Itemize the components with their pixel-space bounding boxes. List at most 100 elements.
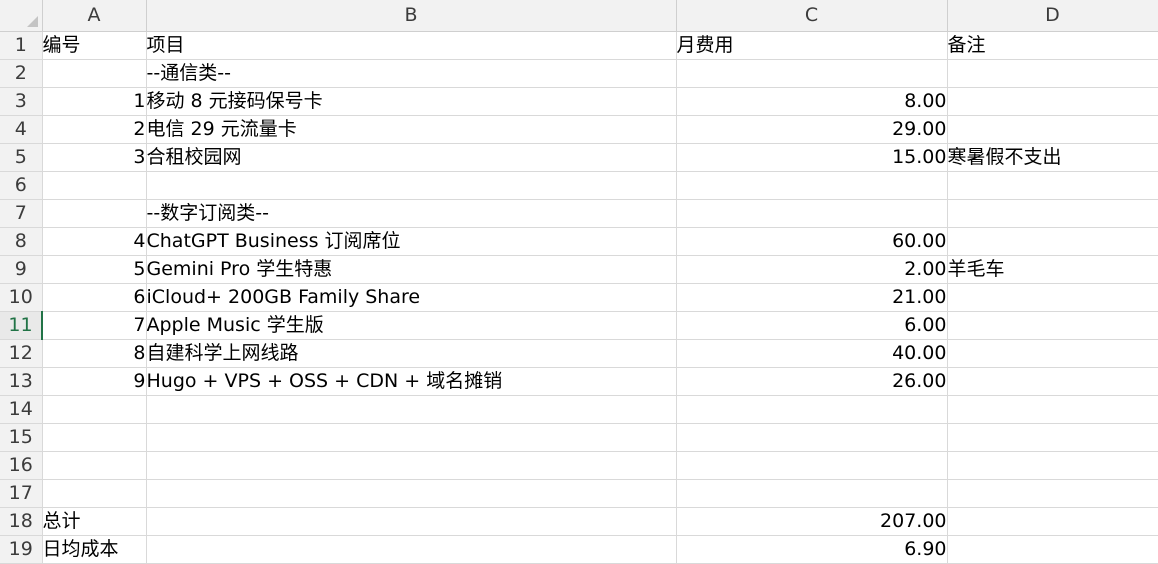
cell-d[interactable] bbox=[947, 59, 1158, 88]
cell-d[interactable] bbox=[947, 507, 1158, 536]
cell-c[interactable] bbox=[676, 395, 948, 424]
cell-a[interactable]: 5 bbox=[42, 255, 147, 284]
row-header[interactable]: 18 bbox=[0, 507, 43, 536]
cell-d[interactable]: 寒暑假不支出 bbox=[947, 143, 1158, 172]
cell-d[interactable] bbox=[947, 451, 1158, 480]
select-all-corner[interactable] bbox=[0, 0, 43, 32]
cell-d[interactable] bbox=[947, 283, 1158, 312]
cell-d[interactable] bbox=[947, 367, 1158, 396]
cell-b[interactable] bbox=[146, 395, 677, 424]
cell-a[interactable]: 6 bbox=[42, 283, 147, 312]
cell-a[interactable] bbox=[42, 171, 147, 200]
cell-d[interactable] bbox=[947, 115, 1158, 144]
row-header[interactable]: 17 bbox=[0, 479, 43, 508]
row-header[interactable]: 2 bbox=[0, 59, 43, 88]
cell-c[interactable]: 15.00 bbox=[676, 143, 948, 172]
cell-c[interactable] bbox=[676, 451, 948, 480]
cell-c[interactable]: 40.00 bbox=[676, 339, 948, 368]
row-header[interactable]: 4 bbox=[0, 115, 43, 144]
cell-a[interactable] bbox=[42, 59, 147, 88]
cell-b[interactable]: 自建科学上网线路 bbox=[146, 339, 677, 368]
row-header[interactable]: 3 bbox=[0, 87, 43, 116]
row-header[interactable]: 8 bbox=[0, 227, 43, 256]
cell-c[interactable] bbox=[676, 423, 948, 452]
row-header[interactable]: 14 bbox=[0, 395, 43, 424]
cell-b[interactable]: --数字订阅类-- bbox=[146, 199, 677, 228]
cell-c[interactable]: 29.00 bbox=[676, 115, 948, 144]
cell-c[interactable]: 207.00 bbox=[676, 507, 948, 536]
column-header-d[interactable]: D bbox=[947, 0, 1158, 32]
cell-d[interactable] bbox=[947, 171, 1158, 200]
cell-a[interactable]: 2 bbox=[42, 115, 147, 144]
cell-b[interactable]: Hugo + VPS + OSS + CDN + 域名摊销 bbox=[146, 367, 677, 396]
cell-b[interactable]: Apple Music 学生版 bbox=[146, 311, 677, 340]
cell-c[interactable]: 6.00 bbox=[676, 311, 948, 340]
cell-d[interactable]: 备注 bbox=[947, 31, 1158, 60]
cell-d[interactable] bbox=[947, 199, 1158, 228]
cell-b[interactable] bbox=[146, 479, 677, 508]
column-header-b[interactable]: B bbox=[146, 0, 677, 32]
row-header[interactable]: 7 bbox=[0, 199, 43, 228]
cell-a[interactable]: 4 bbox=[42, 227, 147, 256]
cell-a[interactable] bbox=[42, 451, 147, 480]
cell-a[interactable]: 9 bbox=[42, 367, 147, 396]
cell-c[interactable] bbox=[676, 199, 948, 228]
cell-d[interactable] bbox=[947, 479, 1158, 508]
cell-d[interactable] bbox=[947, 395, 1158, 424]
cell-a[interactable] bbox=[42, 423, 147, 452]
cell-c[interactable] bbox=[676, 479, 948, 508]
cell-c[interactable]: 8.00 bbox=[676, 87, 948, 116]
cell-a[interactable]: 3 bbox=[42, 143, 147, 172]
cell-c[interactable] bbox=[676, 59, 948, 88]
cell-c[interactable]: 26.00 bbox=[676, 367, 948, 396]
cell-d[interactable] bbox=[947, 535, 1158, 564]
cell-a[interactable]: 日均成本 bbox=[42, 535, 147, 564]
cell-d[interactable] bbox=[947, 227, 1158, 256]
cell-d[interactable]: 羊毛车 bbox=[947, 255, 1158, 284]
cell-d[interactable] bbox=[947, 339, 1158, 368]
column-header-a[interactable]: A bbox=[42, 0, 147, 32]
cell-a[interactable] bbox=[42, 395, 147, 424]
cell-a[interactable]: 总计 bbox=[42, 507, 147, 536]
row-header[interactable]: 16 bbox=[0, 451, 43, 480]
cell-a[interactable] bbox=[42, 479, 147, 508]
cell-b[interactable]: 合租校园网 bbox=[146, 143, 677, 172]
row-header[interactable]: 1 bbox=[0, 31, 43, 60]
cell-c[interactable]: 月费用 bbox=[676, 31, 948, 60]
row-header[interactable]: 12 bbox=[0, 339, 43, 368]
cell-b[interactable] bbox=[146, 171, 677, 200]
cell-a[interactable]: 编号 bbox=[42, 31, 147, 60]
column-header-c[interactable]: C bbox=[676, 0, 948, 32]
cell-c[interactable]: 2.00 bbox=[676, 255, 948, 284]
cell-b[interactable]: Gemini Pro 学生特惠 bbox=[146, 255, 677, 284]
cell-b[interactable] bbox=[146, 451, 677, 480]
cell-b[interactable]: 移动 8 元接码保号卡 bbox=[146, 87, 677, 116]
cell-c[interactable] bbox=[676, 171, 948, 200]
cell-c[interactable]: 21.00 bbox=[676, 283, 948, 312]
cell-b[interactable]: 项目 bbox=[146, 31, 677, 60]
cell-b[interactable]: 电信 29 元流量卡 bbox=[146, 115, 677, 144]
cell-b[interactable]: ChatGPT Business 订阅席位 bbox=[146, 227, 677, 256]
row-header[interactable]: 15 bbox=[0, 423, 43, 452]
cell-a[interactable]: 8 bbox=[42, 339, 147, 368]
cell-a[interactable]: 1 bbox=[42, 87, 147, 116]
cell-d[interactable] bbox=[947, 87, 1158, 116]
row-header[interactable]: 13 bbox=[0, 367, 43, 396]
cell-b[interactable]: --通信类-- bbox=[146, 59, 677, 88]
row-header[interactable]: 19 bbox=[0, 535, 43, 564]
cell-c[interactable]: 6.90 bbox=[676, 535, 948, 564]
row-header[interactable]: 9 bbox=[0, 255, 43, 284]
row-header[interactable]: 10 bbox=[0, 283, 43, 312]
row-header[interactable]: 6 bbox=[0, 171, 43, 200]
cell-a[interactable] bbox=[42, 199, 147, 228]
cell-d[interactable] bbox=[947, 311, 1158, 340]
cell-b[interactable]: iCloud+ 200GB Family Share bbox=[146, 283, 677, 312]
cell-d[interactable] bbox=[947, 423, 1158, 452]
row-header[interactable]: 5 bbox=[0, 143, 43, 172]
cell-a[interactable]: 7 bbox=[42, 311, 147, 340]
cell-c[interactable]: 60.00 bbox=[676, 227, 948, 256]
cell-b[interactable] bbox=[146, 423, 677, 452]
cell-b[interactable] bbox=[146, 535, 677, 564]
row-header[interactable]: 11 bbox=[0, 311, 43, 340]
cell-b[interactable] bbox=[146, 507, 677, 536]
